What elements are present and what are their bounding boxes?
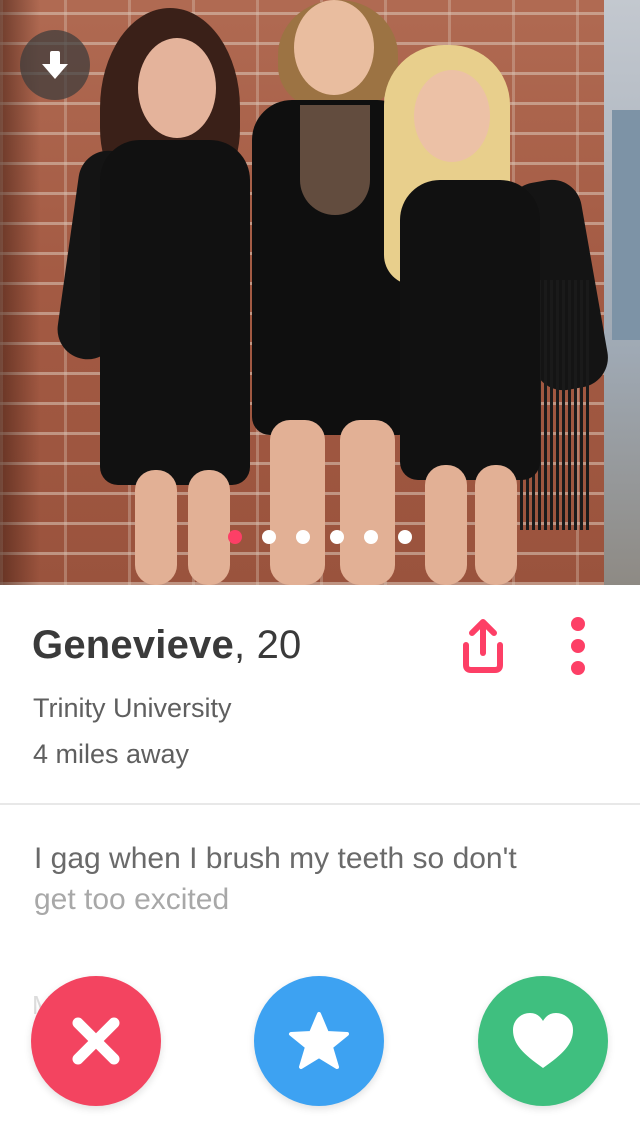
photo-dot[interactable] <box>398 530 412 544</box>
more-vertical-icon <box>571 617 585 675</box>
star-icon <box>289 1012 349 1069</box>
profile-bio: I gag when I brush my teeth so don't get… <box>34 838 594 920</box>
person-left <box>53 0 270 585</box>
bio-line-2: get too excited <box>34 883 230 916</box>
photo-dot[interactable] <box>228 530 242 544</box>
profile-distance: 4 miles away <box>33 739 190 769</box>
photo-pagination <box>0 530 640 544</box>
name-age: Genevieve, 20 <box>32 623 301 668</box>
share-button[interactable] <box>452 615 514 677</box>
profile-info: Genevieve, 20 Trinity University 4 miles… <box>0 585 640 805</box>
bio-line-1: I gag when I brush my teeth so don't <box>34 842 517 875</box>
photo-dot[interactable] <box>296 530 310 544</box>
like-button[interactable] <box>478 976 608 1106</box>
heart-icon <box>513 1013 573 1068</box>
arrow-down-icon <box>42 51 68 79</box>
close-icon <box>72 1017 120 1065</box>
photo-dot[interactable] <box>364 530 378 544</box>
nope-button[interactable] <box>31 976 161 1106</box>
profile-age: , 20 <box>233 623 302 667</box>
profile-card-screen: Genevieve, 20 Trinity University 4 miles… <box>0 0 640 1136</box>
person-right <box>380 0 613 585</box>
profile-name: Genevieve <box>32 623 234 667</box>
super-like-button[interactable] <box>254 976 384 1106</box>
profile-school: Trinity University <box>33 693 232 723</box>
download-button[interactable] <box>20 30 90 100</box>
share-icon <box>463 619 503 673</box>
photo-dot[interactable] <box>262 530 276 544</box>
more-options-button[interactable] <box>560 615 596 677</box>
profile-photo[interactable] <box>0 0 640 585</box>
photo-dot[interactable] <box>330 530 344 544</box>
